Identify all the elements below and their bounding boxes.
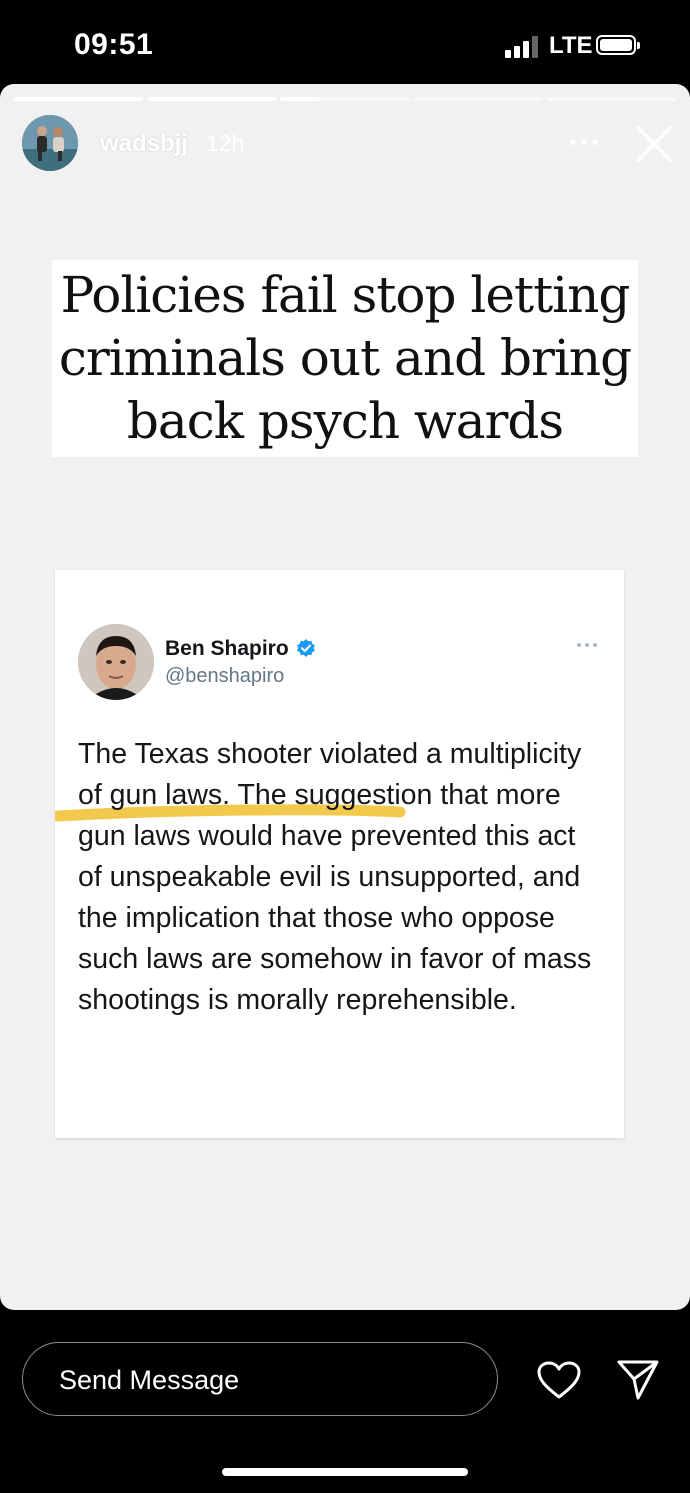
story-progress-bar (14, 97, 677, 101)
heart-icon[interactable] (536, 1360, 582, 1400)
network-type: LTE (549, 32, 593, 59)
send-message-input[interactable]: Send Message (22, 1342, 498, 1416)
story-progress-segment (147, 97, 277, 101)
story-progress-fill (14, 97, 144, 101)
story-progress-segment (546, 97, 677, 101)
story-progress-segment (14, 97, 144, 101)
reply-bar: Send Message (0, 1310, 690, 1493)
verified-badge-icon (296, 638, 316, 658)
home-indicator[interactable] (222, 1468, 468, 1476)
tweet-author-avatar (78, 624, 154, 700)
battery-full-icon (596, 35, 640, 55)
tweet-card: Ben Shapiro @benshapiro The Texas shoote… (55, 570, 624, 1138)
tweet-author-name: Ben Shapiro (165, 637, 289, 660)
more-options-icon[interactable] (568, 132, 600, 152)
status-bar: 09:51 LTE (0, 0, 690, 84)
story-headline-box: Policies fail stop letting criminals out… (52, 260, 638, 457)
send-message-placeholder: Send Message (59, 1365, 240, 1395)
cellular-signal-icon (505, 36, 541, 58)
tweet-more-icon (575, 638, 599, 650)
story-viewer[interactable]: wadsbjj 12h Policies fail stop letting c… (0, 84, 690, 1310)
send-direct-icon[interactable] (616, 1358, 660, 1402)
user-avatar[interactable] (22, 115, 78, 171)
story-progress-fill (280, 97, 320, 101)
story-progress-segment (280, 97, 410, 101)
tweet-text: The Texas shooter violated a multiplicit… (78, 738, 592, 1016)
tweet-author-handle: @benshapiro (165, 665, 285, 687)
status-time: 09:51 (74, 28, 154, 61)
story-headline: Policies fail stop letting criminals out… (58, 266, 632, 450)
close-icon[interactable] (634, 124, 674, 164)
story-progress-fill (147, 97, 277, 101)
story-timestamp: 12h (206, 130, 245, 156)
story-progress-segment (413, 97, 543, 101)
story-username[interactable]: wadsbjj (100, 130, 188, 158)
